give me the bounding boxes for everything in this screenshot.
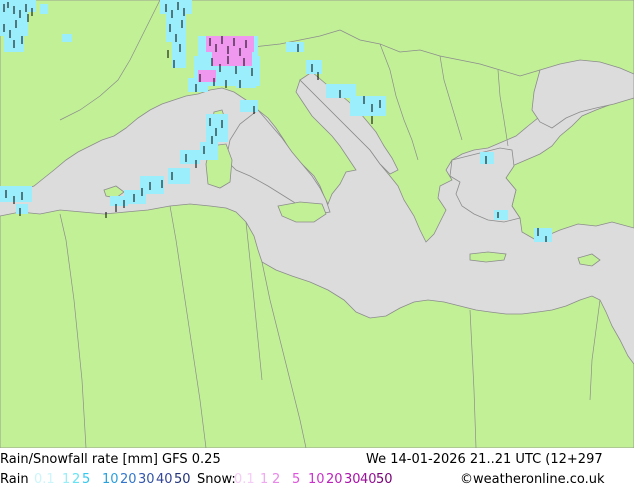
rain-legend-scale: 0.1 1 2 5 10 20 30 40 50 [34,472,194,488]
snow-level-3: 5 [292,472,301,487]
rain-level-4: 10 [102,472,119,487]
header-bar: Rain/Snowfall rate [mm] GFS 0.25 We 14-0… [0,450,634,470]
snow-level-5: 20 [326,472,343,487]
weather-map-page: Rain/Snowfall rate [mm] GFS 0.25 We 14-0… [0,0,634,490]
rain-level-5: 20 [120,472,137,487]
rain-level-0: 0.1 [34,472,55,487]
rain-level-7: 40 [156,472,173,487]
snow-level-0: 0.1 [234,472,255,487]
snow-level-6: 30 [344,472,361,487]
snow-legend-label: Snow: [197,472,236,487]
rain-level-2: 2 [72,472,81,487]
snow-legend-scale: 0.1 1 2 5 10 20 30 40 50 [234,472,394,488]
legend-bar: Rain 0.1 1 2 5 10 20 30 40 50 Snow: 0.1 … [0,470,634,490]
snow-level-4: 10 [308,472,325,487]
snow-level-2: 2 [272,472,281,487]
precipitation-map [0,0,634,448]
snow-level-1: 1 [260,472,269,487]
crete [469,251,507,263]
valid-time: We 14-01-2026 21..21 UTC (12+297 [366,452,603,467]
snow-level-7: 40 [360,472,377,487]
snow-level-8: 50 [376,472,393,487]
rain-level-1: 1 [62,472,71,487]
rain-level-3: 5 [82,472,91,487]
rain-level-8: 50 [174,472,191,487]
map-title: Rain/Snowfall rate [mm] GFS 0.25 [0,452,221,467]
credit-link[interactable]: ©weatheronline.co.uk [460,472,605,487]
rain-level-6: 30 [138,472,155,487]
rain-legend-label: Rain [0,472,29,487]
